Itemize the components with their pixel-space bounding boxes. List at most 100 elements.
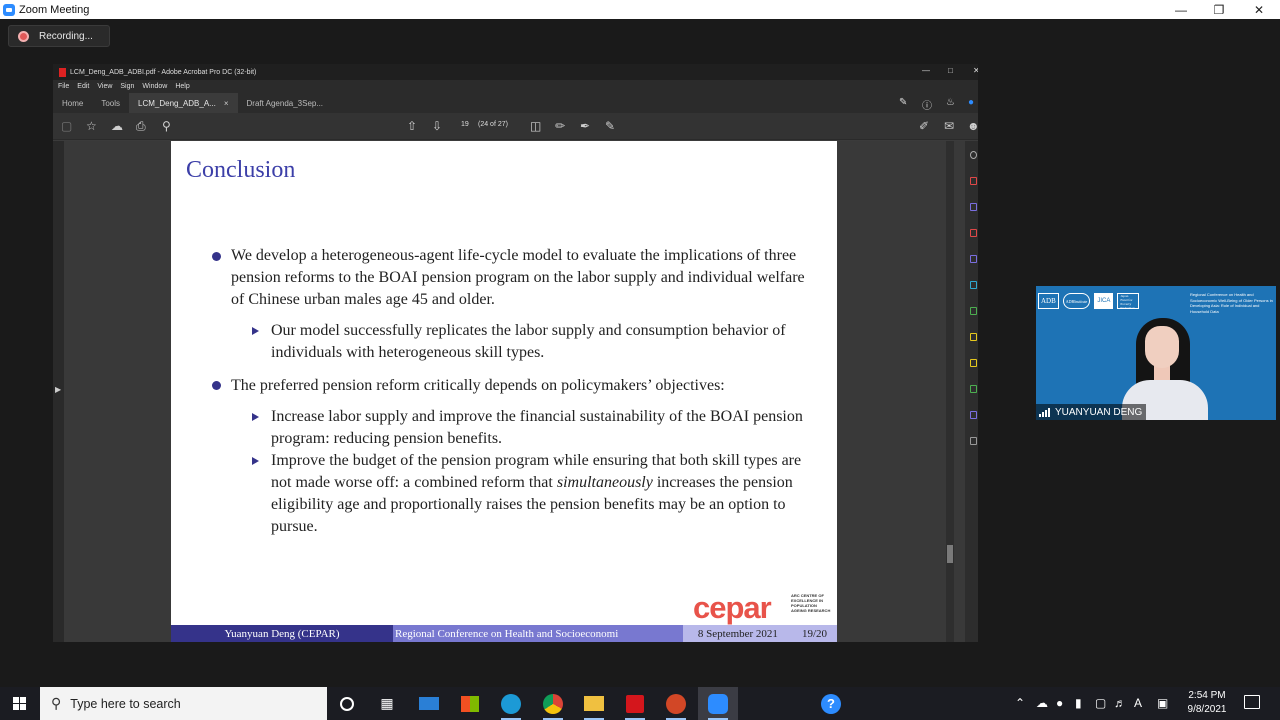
help-icon: ? [821,693,841,714]
signal-bars-icon [1039,407,1051,417]
sub-bullet-3-emphasis: simultaneously [556,474,653,491]
optimize-icon[interactable] [970,385,977,393]
tab-document[interactable]: LCM_Deng_ADB_A... × [129,93,238,113]
star-icon[interactable]: ☆ [86,119,97,133]
protect-icon[interactable] [970,359,977,367]
organize-pages-icon[interactable] [970,307,977,315]
taskbar: ⚲ Type here to search ▦ ? ⌃ ☁ ● ▮ ▢ ♬ A … [0,687,1280,720]
taskbar-file-explorer[interactable] [574,687,614,720]
footer-conference: Regional Conference on Health and Socioe… [393,625,683,642]
cortana-button[interactable] [327,687,367,720]
acrobat-titlebar: LCM_Deng_ADB_ADBI.pdf - Adobe Acrobat Pr… [53,64,978,80]
tab-tools-label: Tools [101,98,121,108]
redact-icon[interactable] [970,333,977,341]
print-icon[interactable]: ⎙ [136,119,146,134]
recording-indicator[interactable]: Recording... [8,25,110,47]
taskbar-clock[interactable]: 2:54 PM 9/8/2021 [1182,689,1232,717]
tab-tools[interactable]: Tools [92,93,129,113]
taskbar-edge[interactable] [491,687,531,720]
participant-video[interactable]: ADB ADBInstitute JICA Japan Fund for Pov… [1036,286,1276,420]
edit-icon[interactable]: ✎ [605,119,615,133]
bullet-icon [212,381,221,390]
taskbar-store[interactable] [450,687,490,720]
acrobat-maximize-icon[interactable]: □ [948,66,953,75]
fill-sign-icon[interactable]: ✐ [919,119,929,133]
export-pdf-icon[interactable] [970,177,977,185]
taskbar-powerpoint[interactable] [656,687,696,720]
menu-edit[interactable]: Edit [77,83,89,90]
zoom-tool-icon[interactable] [970,151,977,159]
page-number-input[interactable]: 19 [461,121,469,128]
sub-bullet-icon [252,413,259,421]
recording-label: Recording... [39,30,93,42]
task-view-button[interactable]: ▦ [367,687,407,720]
comment-panel-icon[interactable] [970,255,977,263]
acrobat-minimize-icon[interactable]: — [922,66,930,75]
cepar-logo: cepar [693,590,772,625]
slide-page: Conclusion We develop a heterogeneous-ag… [171,141,837,642]
page-up-icon[interactable]: ⇧ [407,119,417,133]
menu-file[interactable]: File [58,83,69,90]
account-icon[interactable]: ● [968,97,974,108]
taskbar-zoom[interactable] [698,687,738,720]
tab-draft-agenda[interactable]: Draft Agenda_3Sep... [238,93,333,113]
taskbar-acrobat[interactable] [615,687,655,720]
comment-icon[interactable]: ✎ [899,97,907,108]
scrollbar-thumb[interactable] [947,545,953,563]
create-pdf-icon[interactable] [970,229,977,237]
notification-icon[interactable] [1244,695,1260,709]
chrome-icon [543,693,563,714]
help-icon[interactable]: ⓘ [922,97,932,112]
acrobat-menubar: File Edit View Sign Window Help [53,80,978,93]
tab-home[interactable]: Home [53,93,92,113]
edit-pdf-icon[interactable] [970,203,977,211]
network-icon[interactable]: ▢ [1095,696,1106,710]
security-icon[interactable]: ▣ [1157,696,1168,710]
acrobat-close-icon[interactable]: ✕ [973,66,978,75]
record-icon [18,30,29,42]
upload-icon[interactable]: ☁ [111,119,123,133]
document-viewport[interactable]: ▶ Conclusion We develop a heterogeneous-… [53,141,978,642]
microphone-icon[interactable]: ● [1056,696,1063,710]
taskbar-chrome[interactable] [533,687,573,720]
sub-bullet-icon [252,327,259,335]
email-icon[interactable]: ✉ [944,119,954,133]
comment-tool-icon[interactable]: ◫ [530,119,541,133]
save-icon[interactable]: ▢ [61,119,72,133]
taskbar-mail[interactable] [409,687,449,720]
task-view-icon: ▦ [380,695,394,711]
adbi-logo: ADBInstitute [1062,293,1091,309]
onedrive-icon[interactable]: ☁ [1036,696,1048,710]
page-count: (24 of 27) [478,121,508,128]
start-button[interactable] [0,687,40,720]
taskbar-help[interactable]: ? [811,687,851,720]
search-icon[interactable]: ⚲ [162,119,171,133]
footer-date: 8 September 2021 [697,627,778,640]
ime-icon[interactable]: A [1134,696,1142,710]
combine-files-icon[interactable] [970,281,977,289]
minimize-button[interactable]: — [1162,0,1200,19]
restore-button[interactable]: ❐ [1200,0,1238,19]
close-button[interactable]: ✕ [1240,0,1278,19]
more-tools-icon[interactable] [970,437,977,445]
sign-icon[interactable]: ✒ [580,119,590,133]
battery-icon[interactable]: ▮ [1075,696,1082,710]
menu-view[interactable]: View [97,83,112,90]
menu-window[interactable]: Window [142,83,167,90]
taskbar-search[interactable]: ⚲ Type here to search [40,687,327,720]
pdf-icon [59,67,66,77]
jica-logo: JICA [1094,293,1114,309]
fill-sign-panel-icon[interactable] [970,411,977,419]
volume-icon[interactable]: ♬ [1114,696,1126,710]
menu-help[interactable]: Help [175,83,189,90]
pen-icon[interactable]: ✏ [555,119,565,133]
menu-sign[interactable]: Sign [120,83,134,90]
left-panel-toggle[interactable]: ▶ [53,141,64,642]
show-hidden-icons[interactable]: ⌃ [1015,696,1025,710]
bell-icon[interactable]: ♨ [946,97,955,108]
page-down-icon[interactable]: ⇩ [432,119,442,133]
tab-close-icon[interactable]: × [224,99,229,108]
share-icon[interactable]: ☻ [967,119,978,133]
vertical-scrollbar[interactable] [946,141,954,642]
tab-document-label: LCM_Deng_ADB_A... [138,98,216,108]
